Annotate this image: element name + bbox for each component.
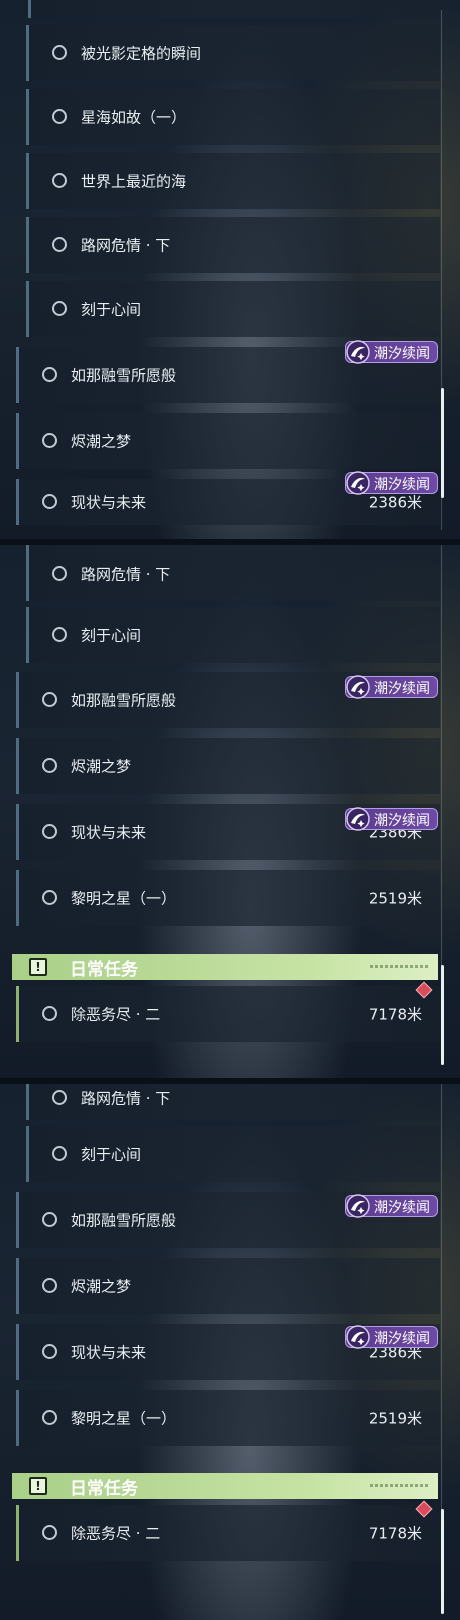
quest-row[interactable]: 黎明之星（一） 2519米 — [16, 1390, 440, 1446]
circle-outline-icon — [52, 1146, 67, 1161]
tide-swirl-icon — [346, 1194, 370, 1218]
scrollbar-thumb[interactable] — [441, 388, 444, 498]
circle-outline-icon — [42, 367, 57, 382]
quest-label: 刻于心间 — [81, 300, 142, 319]
circle-outline-icon — [42, 1525, 57, 1540]
daily-tasks-header[interactable]: ! 日常任务 — [12, 954, 438, 980]
circle-outline-icon — [42, 1344, 57, 1359]
circle-outline-icon — [52, 301, 67, 316]
quest-row[interactable]: 黎明之星（一） 2519米 — [16, 870, 440, 926]
quest-label: 黎明之星（一） — [71, 889, 177, 908]
circle-outline-icon — [42, 1006, 57, 1021]
event-tag-label: 潮汐续闻 — [374, 477, 430, 493]
circle-outline-icon — [42, 1278, 57, 1293]
event-tag: 潮汐续闻 — [345, 675, 438, 699]
quest-label: 被光影定格的瞬间 — [81, 44, 202, 63]
quest-row[interactable]: 被光影定格的瞬间 — [26, 25, 440, 81]
quest-label: 路网危情 · 下 — [81, 236, 171, 255]
tide-swirl-icon — [346, 1325, 370, 1349]
circle-outline-icon — [52, 565, 67, 581]
quest-label: 除恶务尽 · 二 — [71, 1524, 161, 1543]
scrollbar-thumb[interactable] — [441, 1509, 444, 1614]
circle-outline-icon — [52, 45, 67, 60]
event-tag: 潮汐续闻 — [345, 471, 438, 495]
circle-outline-icon — [42, 433, 57, 448]
quest-distance: 2519米 — [368, 889, 422, 908]
circle-outline-icon — [52, 109, 67, 124]
event-tag: 潮汐续闻 — [345, 1194, 438, 1218]
daily-tasks-title: 日常任务 — [70, 960, 138, 980]
tide-swirl-icon — [346, 807, 370, 831]
quest-distance: 7178米 — [368, 1524, 422, 1543]
quest-row[interactable]: 刻于心间 — [26, 607, 440, 663]
quest-label: 烬潮之梦 — [71, 1277, 132, 1296]
event-tag: 潮汐续闻 — [345, 1325, 438, 1349]
scrollbar-thumb[interactable] — [441, 965, 444, 1065]
event-tag: 潮汐续闻 — [345, 340, 438, 364]
circle-outline-icon — [52, 627, 67, 642]
quest-row[interactable]: 烬潮之梦 — [16, 1258, 440, 1314]
quest-label: 如那融雪所愿般 — [71, 366, 177, 385]
quest-list-panel-3: 路网危情 · 下 刻于心间 如那融雪所愿般 烬潮之梦 现状与未来 2386米 黎… — [0, 1084, 460, 1620]
quest-label: 黎明之星（一） — [71, 1409, 177, 1428]
daily-tasks-title: 日常任务 — [70, 1479, 138, 1499]
quest-row[interactable]: 烬潮之梦 — [16, 738, 440, 794]
event-tag-label: 潮汐续闻 — [374, 813, 430, 829]
circle-outline-icon — [42, 758, 57, 773]
circle-outline-icon — [42, 824, 57, 839]
circle-outline-icon — [42, 1212, 57, 1227]
quest-row[interactable]: 路网危情 · 下 — [26, 545, 440, 601]
quest-label: 路网危情 · 下 — [81, 1089, 171, 1108]
quest-label: 世界上最近的海 — [81, 172, 187, 191]
quest-list-panel-2: 路网危情 · 下 刻于心间 如那融雪所愿般 烬潮之梦 现状与未来 2386米 黎… — [0, 545, 460, 1078]
circle-outline-icon — [52, 1090, 67, 1105]
quest-distance: 2519米 — [368, 1409, 422, 1428]
quest-row[interactable] — [28, 0, 440, 18]
quest-row[interactable]: 世界上最近的海 — [26, 153, 440, 209]
quest-label: 现状与未来 — [71, 1343, 147, 1362]
quest-label: 路网危情 · 下 — [81, 565, 171, 583]
event-tag: 潮汐续闻 — [345, 807, 438, 831]
tide-swirl-icon — [346, 340, 370, 364]
event-tag-label: 潮汐续闻 — [374, 346, 430, 362]
header-stripe-decoration — [370, 965, 428, 968]
quest-distance: 7178米 — [368, 1005, 422, 1024]
quest-label: 除恶务尽 · 二 — [71, 1005, 161, 1024]
exclamation-icon: ! — [29, 958, 47, 976]
quest-row[interactable]: 刻于心间 — [26, 1126, 440, 1182]
circle-outline-icon — [52, 237, 67, 252]
quest-label: 刻于心间 — [81, 626, 142, 645]
daily-tasks-header[interactable]: ! 日常任务 — [12, 1473, 438, 1499]
quest-row[interactable]: 烬潮之梦 — [16, 413, 440, 469]
header-stripe-decoration — [370, 1484, 428, 1487]
tide-swirl-icon — [346, 675, 370, 699]
quest-label: 烬潮之梦 — [71, 432, 132, 451]
quest-row[interactable]: 星海如故（一） — [26, 89, 440, 145]
circle-outline-icon — [42, 494, 57, 509]
quest-label: 现状与未来 — [71, 823, 147, 842]
event-tag-label: 潮汐续闻 — [374, 1200, 430, 1216]
quest-label: 星海如故（一） — [81, 108, 187, 127]
tide-swirl-icon — [346, 471, 370, 495]
exclamation-icon: ! — [29, 1477, 47, 1495]
quest-list-panel-1: 被光影定格的瞬间 星海如故（一） 世界上最近的海 路网危情 · 下 刻于心间 如… — [0, 0, 460, 540]
event-tag-label: 潮汐续闻 — [374, 1331, 430, 1347]
circle-outline-icon — [42, 692, 57, 707]
quest-label: 刻于心间 — [81, 1145, 142, 1164]
daily-quest-row[interactable]: 除恶务尽 · 二 7178米 — [16, 1505, 440, 1561]
circle-outline-icon — [42, 890, 57, 905]
circle-outline-icon — [42, 1410, 57, 1425]
daily-quest-row[interactable]: 除恶务尽 · 二 7178米 — [16, 986, 440, 1042]
quest-label: 烬潮之梦 — [71, 757, 132, 776]
quest-row[interactable]: 刻于心间 — [26, 281, 440, 337]
quest-label: 现状与未来 — [71, 493, 147, 512]
quest-label: 如那融雪所愿般 — [71, 1211, 177, 1230]
quest-row[interactable]: 路网危情 · 下 — [26, 1084, 440, 1120]
quest-row[interactable]: 路网危情 · 下 — [26, 217, 440, 273]
quest-label: 如那融雪所愿般 — [71, 691, 177, 710]
circle-outline-icon — [52, 173, 67, 188]
event-tag-label: 潮汐续闻 — [374, 681, 430, 697]
quest-distance: 2386米 — [368, 493, 422, 512]
